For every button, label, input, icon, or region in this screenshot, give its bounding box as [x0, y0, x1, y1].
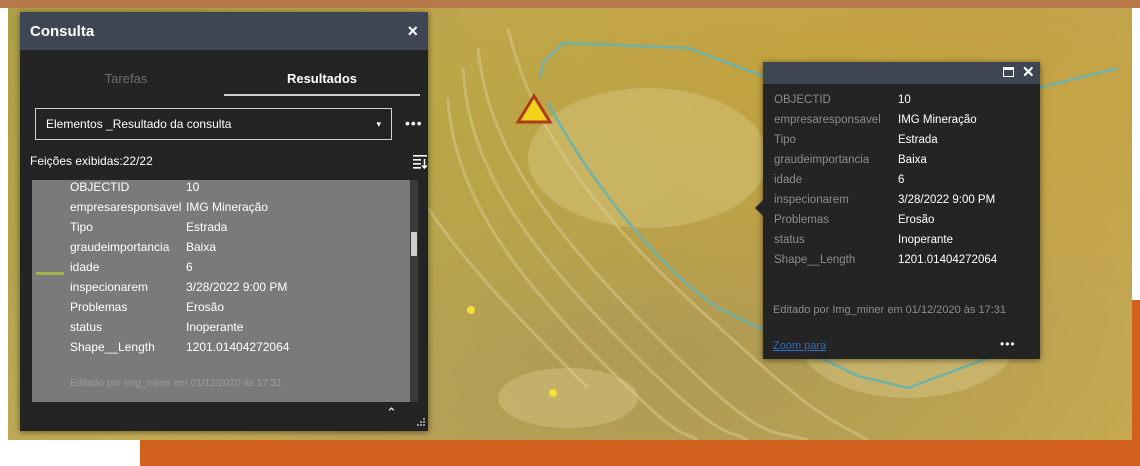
popup-attribute-key: Tipo: [774, 134, 796, 146]
popup-attribute-value: 6: [898, 174, 905, 186]
warning-triangle-icon[interactable]: [515, 93, 553, 124]
tab-resultados[interactable]: Resultados: [224, 68, 420, 96]
top-decor-band: [0, 0, 1140, 8]
route-line-north[interactable]: [538, 41, 799, 88]
attribute-row: inspecionarem 3/28/2022 9:00 PM: [70, 280, 287, 298]
attribute-value: IMG Mineração: [186, 200, 269, 214]
attribute-value: 3/28/2022 9:00 PM: [186, 280, 288, 294]
attribute-value: Erosão: [186, 300, 225, 314]
attribute-key: Problemas: [70, 300, 128, 314]
popup-attribute-row: empresaresponsavel IMG Mineração: [774, 114, 977, 132]
popup-attribute-row: OBJECTID 10: [774, 94, 911, 112]
feature-count: Feições exibidas:22/22: [30, 154, 153, 168]
popup-attribute-key: status: [774, 234, 805, 246]
popup-attribute-value: IMG Mineração: [898, 114, 977, 126]
popup-attribute-value: Baixa: [898, 154, 927, 166]
attribute-value: 1201.01404272064: [186, 340, 290, 354]
popup-attribute-row: status Inoperante: [774, 234, 953, 252]
result-item-selected[interactable]: OBJECTID 10 empresaresponsavel IMG Miner…: [32, 180, 418, 402]
popup-attribute-key: empresaresponsavel: [774, 114, 881, 126]
panel-tabs: Tarefas Resultados: [28, 68, 420, 96]
attribute-key: inspecionarem: [70, 280, 149, 294]
attribute-key: Shape__Length: [70, 340, 155, 354]
chevron-up-icon[interactable]: ⌃: [386, 405, 397, 421]
attribute-row: Problemas Erosão: [70, 300, 224, 318]
chevron-down-icon: ▾: [376, 118, 381, 129]
close-icon[interactable]: ✕: [1022, 63, 1035, 81]
query-panel: Consulta × Tarefas Resultados Elementos …: [20, 12, 428, 431]
popup-attribute-row: Shape__Length 1201.01404272064: [774, 254, 997, 272]
close-icon[interactable]: ×: [407, 22, 418, 40]
popup-more-options-button[interactable]: •••: [1000, 337, 1016, 351]
attribute-value: Inoperante: [186, 320, 244, 334]
attribute-key: status: [70, 320, 103, 334]
popup-attribute-value: Inoperante: [898, 234, 953, 246]
attribute-row: OBJECTID 10: [70, 180, 199, 198]
popup-attribute-key: Shape__Length: [774, 254, 856, 266]
attribute-key: empresaresponsavel: [70, 200, 182, 214]
sort-icon[interactable]: [412, 153, 428, 169]
popup-pointer: [755, 200, 763, 216]
popup-attribute-row: graudeimportancia Baixa: [774, 154, 927, 172]
feature-popup: ✕ OBJECTID 10 empresaresponsavel IMG Min…: [755, 62, 1040, 359]
panel-header: Consulta ×: [20, 12, 428, 50]
attribute-row: Tipo Estrada: [70, 220, 227, 238]
popup-edited-info: Editado por Img_miner em 01/12/2020 às 1…: [773, 304, 1006, 316]
attribute-row: graudeimportancia Baixa: [70, 240, 216, 258]
map-point[interactable]: [467, 306, 475, 314]
scrollbar-thumb[interactable]: [411, 232, 417, 256]
more-options-button[interactable]: •••: [405, 115, 423, 131]
popup-header: ✕: [763, 62, 1040, 84]
attribute-value: Baixa: [186, 240, 217, 254]
attribute-key: graudeimportancia: [70, 240, 170, 254]
attribute-row: empresaresponsavel IMG Mineração: [70, 200, 268, 218]
popup-attribute-value: Estrada: [898, 134, 938, 146]
attribute-key: Tipo: [70, 220, 93, 234]
attribute-value: Estrada: [186, 220, 228, 234]
popup-attribute-key: Problemas: [774, 214, 829, 226]
popup-attribute-row: Tipo Estrada: [774, 134, 938, 152]
bottom-decor-band: [140, 440, 1140, 466]
route-line-east[interactable]: [1037, 66, 1119, 90]
popup-attribute-key: OBJECTID: [774, 94, 831, 106]
popup-attribute-row: idade 6: [774, 174, 904, 192]
resize-handle-icon[interactable]: [416, 417, 426, 427]
popup-attribute-key: inspecionarem: [774, 194, 849, 206]
popup-attribute-value: 10: [898, 94, 911, 106]
map-point[interactable]: [549, 389, 557, 397]
popup-attribute-row: inspecionarem 3/28/2022 9:00 PM: [774, 194, 995, 212]
scrollbar[interactable]: [410, 180, 418, 402]
attribute-value: 10: [186, 180, 200, 194]
attribute-row: Shape__Length 1201.01404272064: [70, 340, 289, 358]
maximize-icon[interactable]: [1003, 67, 1014, 77]
popup-attribute-key: graudeimportancia: [774, 154, 870, 166]
tab-tarefas[interactable]: Tarefas: [28, 68, 224, 96]
popup-attribute-value: Erosão: [898, 214, 935, 226]
attribute-row: status Inoperante: [70, 320, 243, 338]
attribute-value: 6: [186, 260, 193, 274]
line-symbol-icon: [36, 272, 64, 275]
layer-select-value: Elementos _Resultado da consulta: [46, 117, 232, 131]
popup-attribute-value: 3/28/2022 9:00 PM: [898, 194, 996, 206]
attribute-key: idade: [70, 260, 100, 274]
panel-title: Consulta: [30, 22, 95, 40]
zoom-to-link[interactable]: Zoom para: [773, 340, 826, 352]
popup-attribute-key: idade: [774, 174, 803, 186]
popup-attribute-row: Problemas Erosão: [774, 214, 934, 232]
popup-attribute-value: 1201.01404272064: [898, 254, 998, 266]
attribute-row: idade 6: [70, 260, 193, 278]
layer-select[interactable]: Elementos _Resultado da consulta ▾: [35, 108, 392, 140]
attribute-key: OBJECTID: [70, 180, 130, 194]
edited-info: Editado por Img_miner em 01/12/2020 às 1…: [70, 378, 282, 389]
